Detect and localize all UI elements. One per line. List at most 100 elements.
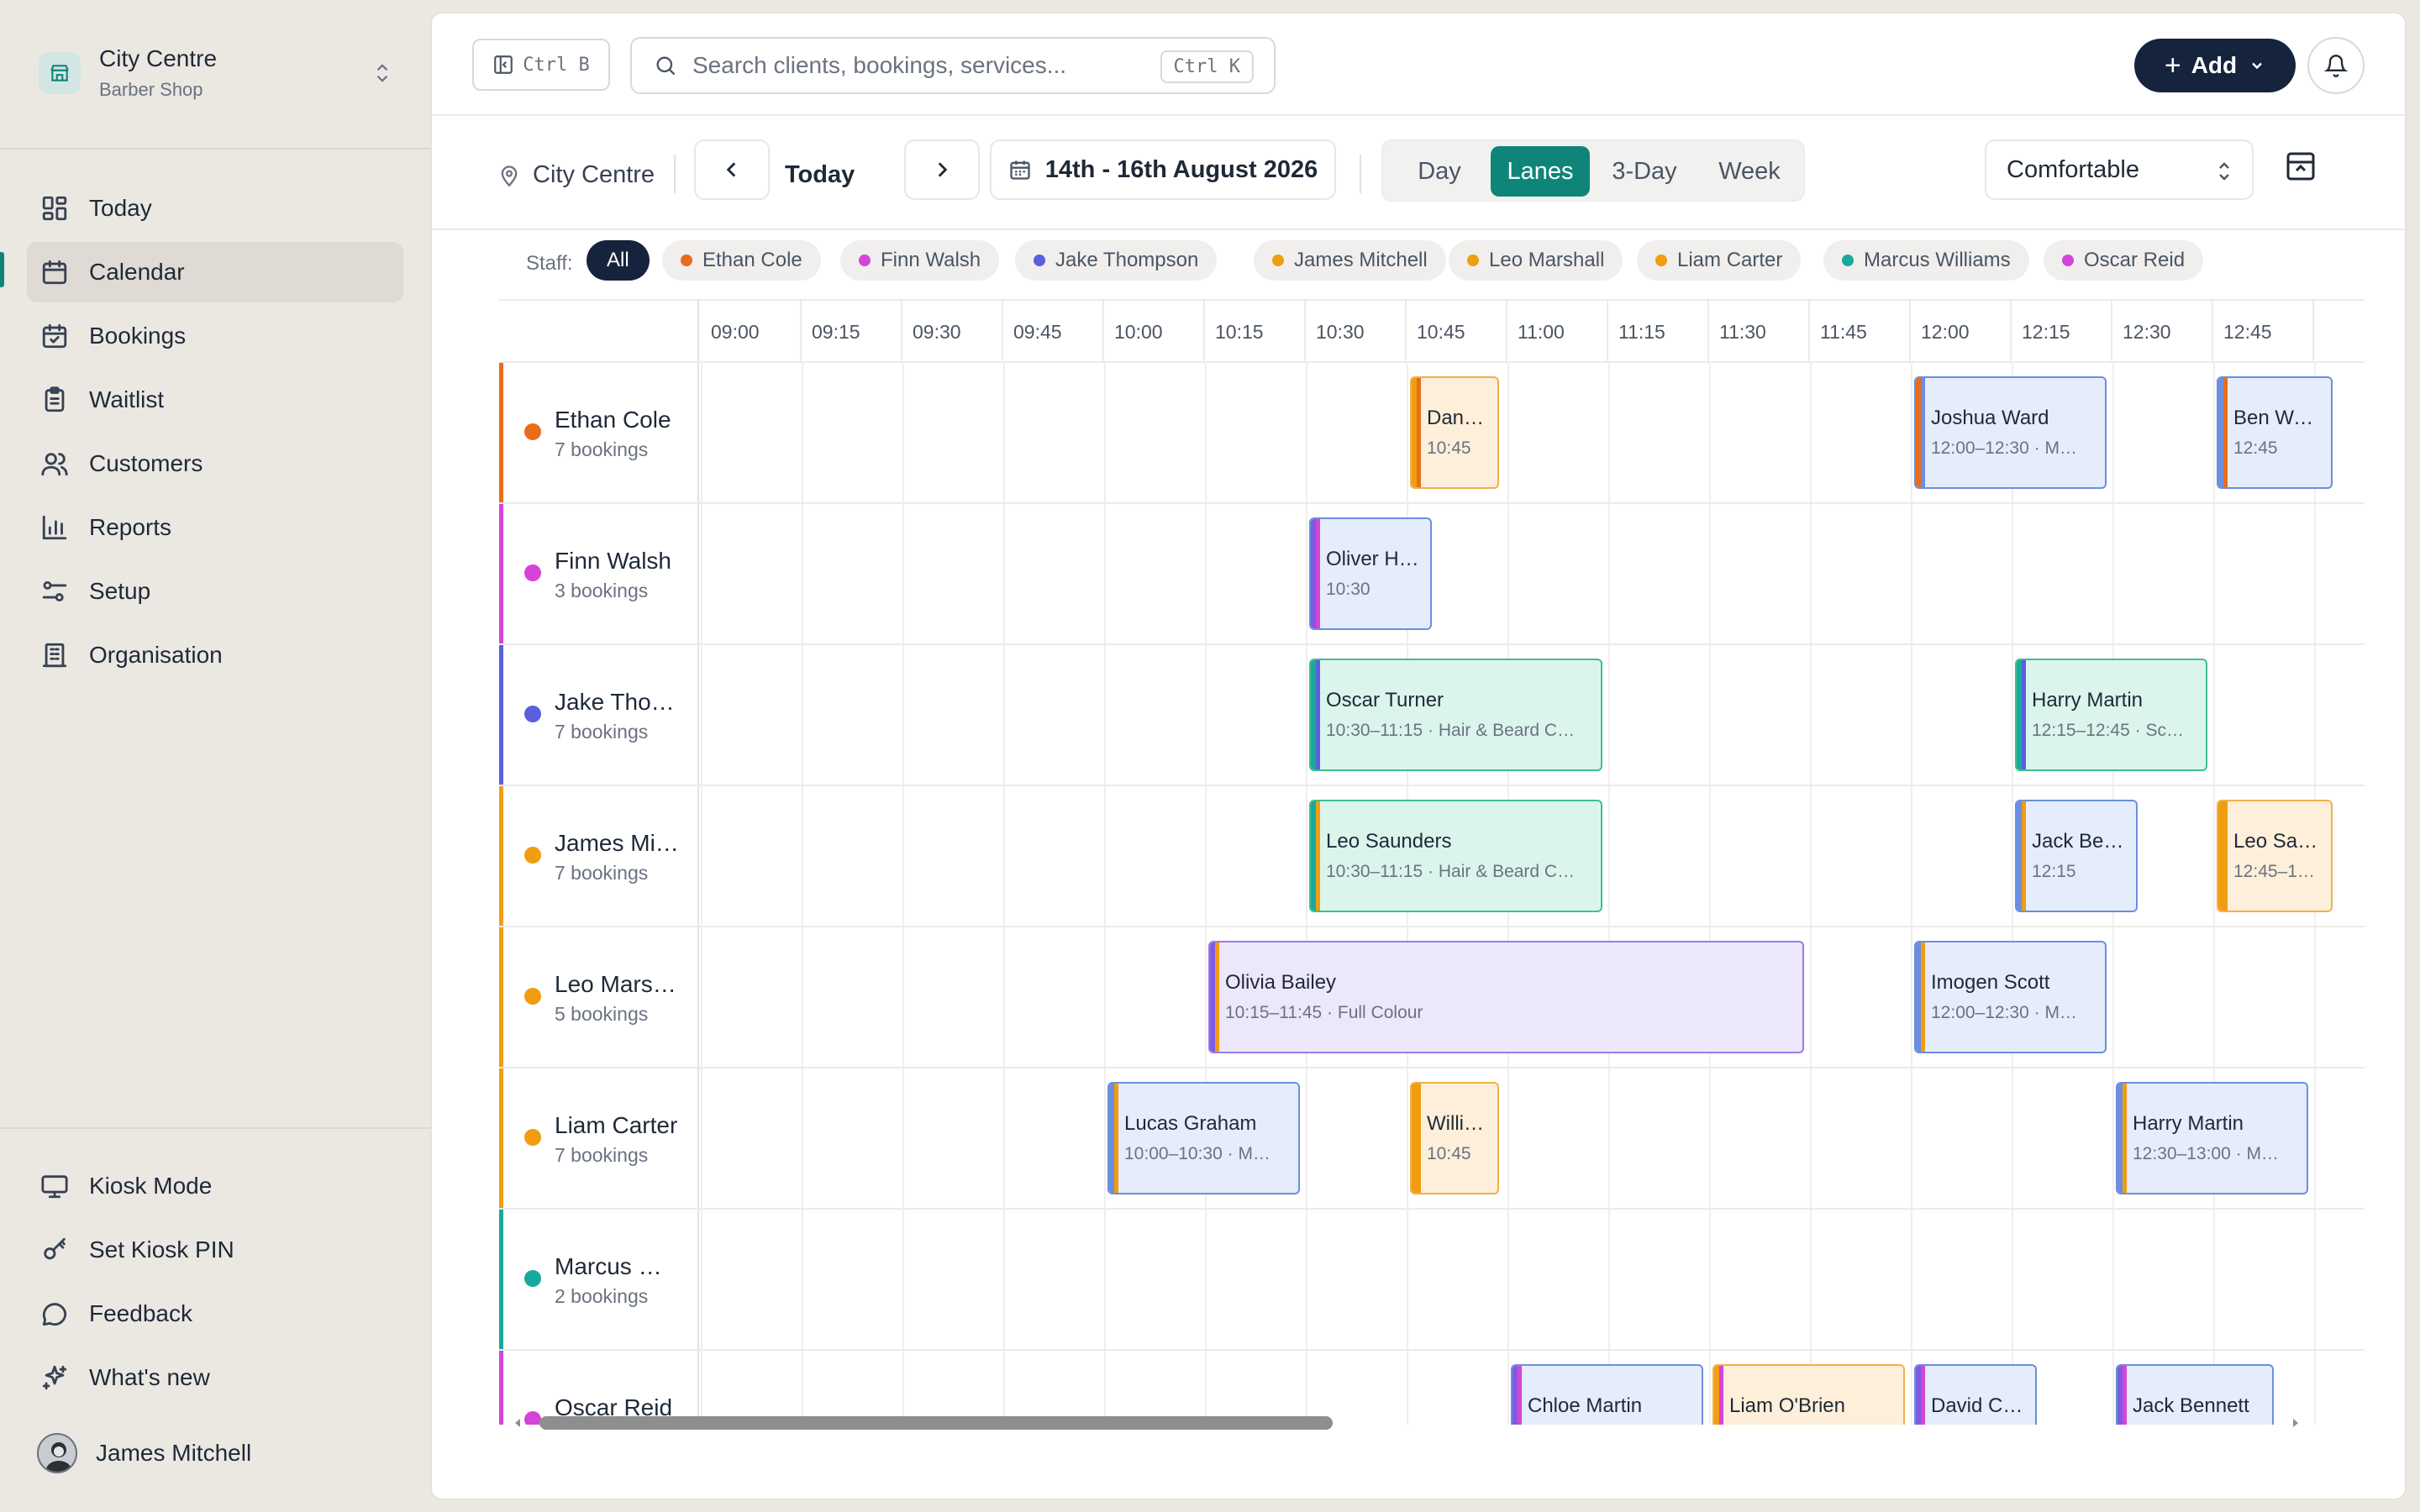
staff-lane-header[interactable]: Ethan Cole 7 bookings — [499, 363, 699, 504]
sidebar-item-bookings[interactable]: Bookings — [27, 306, 403, 366]
search-input[interactable]: Search clients, bookings, services... Ct… — [630, 37, 1276, 94]
sidebar-item-customers[interactable]: Customers — [27, 433, 403, 494]
staff-chip[interactable]: Finn Walsh — [840, 240, 1000, 281]
view-day[interactable]: Day — [1390, 146, 1489, 197]
sidebar-item-feedback[interactable]: Feedback — [27, 1284, 403, 1344]
booking-staff-color — [1921, 942, 1925, 1052]
horizontal-scrollbar[interactable] — [506, 1413, 2304, 1433]
staff-chip[interactable]: Liam Carter — [1637, 240, 1802, 281]
users-icon — [41, 453, 68, 476]
add-button[interactable]: + Add — [2134, 39, 2296, 92]
booking-client-name: Harry Martin — [2133, 1112, 2244, 1135]
next-button[interactable] — [904, 139, 980, 200]
booking-card[interactable]: Ben Wa… 12:45 — [2217, 376, 2333, 489]
booking-staff-color — [1316, 801, 1320, 911]
booking-staff-color — [1114, 1084, 1118, 1193]
staff-chip[interactable]: Oscar Reid — [2044, 240, 2204, 281]
org-switcher[interactable]: City Centre Barber Shop — [39, 39, 392, 108]
sidebar-item-today[interactable]: Today — [27, 178, 403, 239]
booking-card[interactable]: Oliver H… 10:30 — [1309, 517, 1433, 630]
sidebar-item-reports[interactable]: Reports — [27, 497, 403, 558]
view-3-day[interactable]: 3-Day — [1593, 146, 1696, 197]
top-bar: Ctrl B Search clients, bookings, service… — [432, 13, 2405, 116]
booking-card[interactable]: Harry Martin 12:30–13:00 · M… — [2116, 1082, 2309, 1194]
sidebar-item-setup[interactable]: Setup — [27, 561, 403, 622]
booking-card[interactable]: Lucas Graham 10:00–10:30 · M… — [1107, 1082, 1301, 1194]
booking-card[interactable]: Willi… 10:45 — [1410, 1082, 1499, 1194]
prev-button[interactable] — [694, 139, 770, 200]
booking-card[interactable]: Dan… 10:45 — [1410, 376, 1499, 489]
org-type: Barber Shop — [99, 79, 203, 100]
building-icon — [42, 643, 67, 668]
view-lanes[interactable]: Lanes — [1491, 146, 1590, 197]
sidebar-item-organisation[interactable]: Organisation — [27, 625, 403, 685]
staff-lane-header[interactable]: Liam Carter 7 bookings — [499, 1068, 699, 1210]
collapse-sidebar-button[interactable]: Ctrl B — [472, 39, 610, 91]
booking-card[interactable]: Harry Martin 12:15–12:45 · Sc… — [2015, 659, 2208, 771]
staff-chip[interactable]: Marcus Williams — [1823, 240, 2029, 281]
staff-filter: Staff: All Ethan Cole Finn Walsh Jake Thom… — [432, 240, 2405, 282]
staff-color-stripe — [499, 1351, 503, 1425]
staff-booking-count: 3 bookings — [555, 580, 649, 601]
staff-color-stripe — [499, 1210, 503, 1351]
booking-client-name: Olivia Bailey — [1225, 971, 1337, 994]
staff-lane-header[interactable]: Marcus … 2 bookings — [499, 1210, 699, 1351]
header-corner — [499, 299, 699, 361]
staff-lane-header[interactable]: Leo Mars… 5 bookings — [499, 927, 699, 1068]
booking-card[interactable]: Imogen Scott 12:00–12:30 · M… — [1914, 941, 2107, 1053]
chevrons-up-down-icon — [2219, 162, 2229, 181]
time-header: 09:15 — [802, 299, 902, 361]
grid-line — [1003, 361, 1005, 1425]
staff-lane-header[interactable]: Jake Tho… 7 bookings — [499, 645, 699, 786]
org-name: City Centre — [99, 45, 218, 71]
booking-card[interactable]: Oscar Turner 10:30–11:15 · Hair & Beard C… — [1309, 659, 1603, 771]
horizontal-scroll-thumb[interactable] — [539, 1416, 1333, 1430]
time-header: 10:00 — [1104, 299, 1205, 361]
time-header: 11:15 — [1608, 299, 1709, 361]
booking-card[interactable]: Leo Saun… 12:45–13:… — [2217, 800, 2333, 912]
sidebar-item-set-kiosk-pin[interactable]: Set Kiosk PIN — [27, 1220, 403, 1280]
staff-color-dot — [524, 423, 541, 440]
user-menu[interactable]: James Mitchell — [37, 1433, 251, 1473]
location-selector[interactable]: City Centre — [497, 161, 655, 189]
today-button[interactable]: Today — [785, 161, 855, 189]
staff-color-dot — [1034, 255, 1045, 266]
scroll-left-icon — [515, 1419, 520, 1427]
staff-chip-all[interactable]: All — [587, 240, 650, 281]
staff-chip[interactable]: James Mitchell — [1254, 240, 1446, 281]
view-week[interactable]: Week — [1699, 146, 1800, 197]
panel-bottom-icon — [2286, 152, 2315, 181]
booking-staff-color — [2223, 801, 2228, 911]
notifications-button[interactable] — [2307, 37, 2365, 94]
staff-chip[interactable]: Leo Marshall — [1449, 240, 1623, 281]
booking-card[interactable]: Leo Saunders 10:30–11:15 · Hair & Beard C… — [1309, 800, 1603, 912]
grid-line — [499, 785, 2365, 786]
sidebar-item-waitlist[interactable]: Waitlist — [27, 370, 403, 430]
staff-name: Ethan Cole — [555, 407, 671, 433]
date-range-picker[interactable]: 14th - 16th August 2026 — [990, 139, 1336, 200]
booking-client-name: Jack Be… — [2032, 830, 2124, 853]
booking-staff-color — [2022, 801, 2026, 911]
staff-booking-count: 5 bookings — [555, 1003, 649, 1025]
time-header: 09:30 — [902, 299, 1003, 361]
booking-client-name: Leo Saunders — [1326, 830, 1452, 853]
booking-card[interactable]: Joshua Ward 12:00–12:30 · M… — [1914, 376, 2107, 489]
staff-lane-header[interactable]: James Mi… 7 bookings — [499, 786, 699, 927]
booking-client-name: Harry Martin — [2032, 689, 2144, 711]
staff-chip[interactable]: Jake Thompson — [1015, 240, 1218, 281]
booking-card[interactable]: Olivia Bailey 10:15–11:45 · Full Colour — [1208, 941, 1805, 1053]
staff-chip-label: Oscar Reid — [2084, 249, 2186, 271]
sidebar-item-calendar[interactable]: Calendar — [27, 242, 403, 302]
staff-chip[interactable]: Ethan Cole — [662, 240, 821, 281]
sidebar-item-kiosk-mode[interactable]: Kiosk Mode — [27, 1156, 403, 1216]
booking-card[interactable]: Jack Be… 12:15 — [2015, 800, 2139, 912]
density-select[interactable]: Comfortable — [1985, 139, 2254, 200]
time-header: 10:30 — [1306, 299, 1407, 361]
toggle-panel-button[interactable] — [2284, 150, 2317, 187]
sidebar-item-what-s-new[interactable]: What's new — [27, 1347, 403, 1408]
time-header: 10:45 — [1407, 299, 1507, 361]
key-icon — [44, 1237, 66, 1260]
staff-lane-header[interactable]: Finn Walsh 3 bookings — [499, 504, 699, 645]
booking-staff-color — [2223, 378, 2228, 487]
map-pin-icon — [501, 165, 518, 186]
